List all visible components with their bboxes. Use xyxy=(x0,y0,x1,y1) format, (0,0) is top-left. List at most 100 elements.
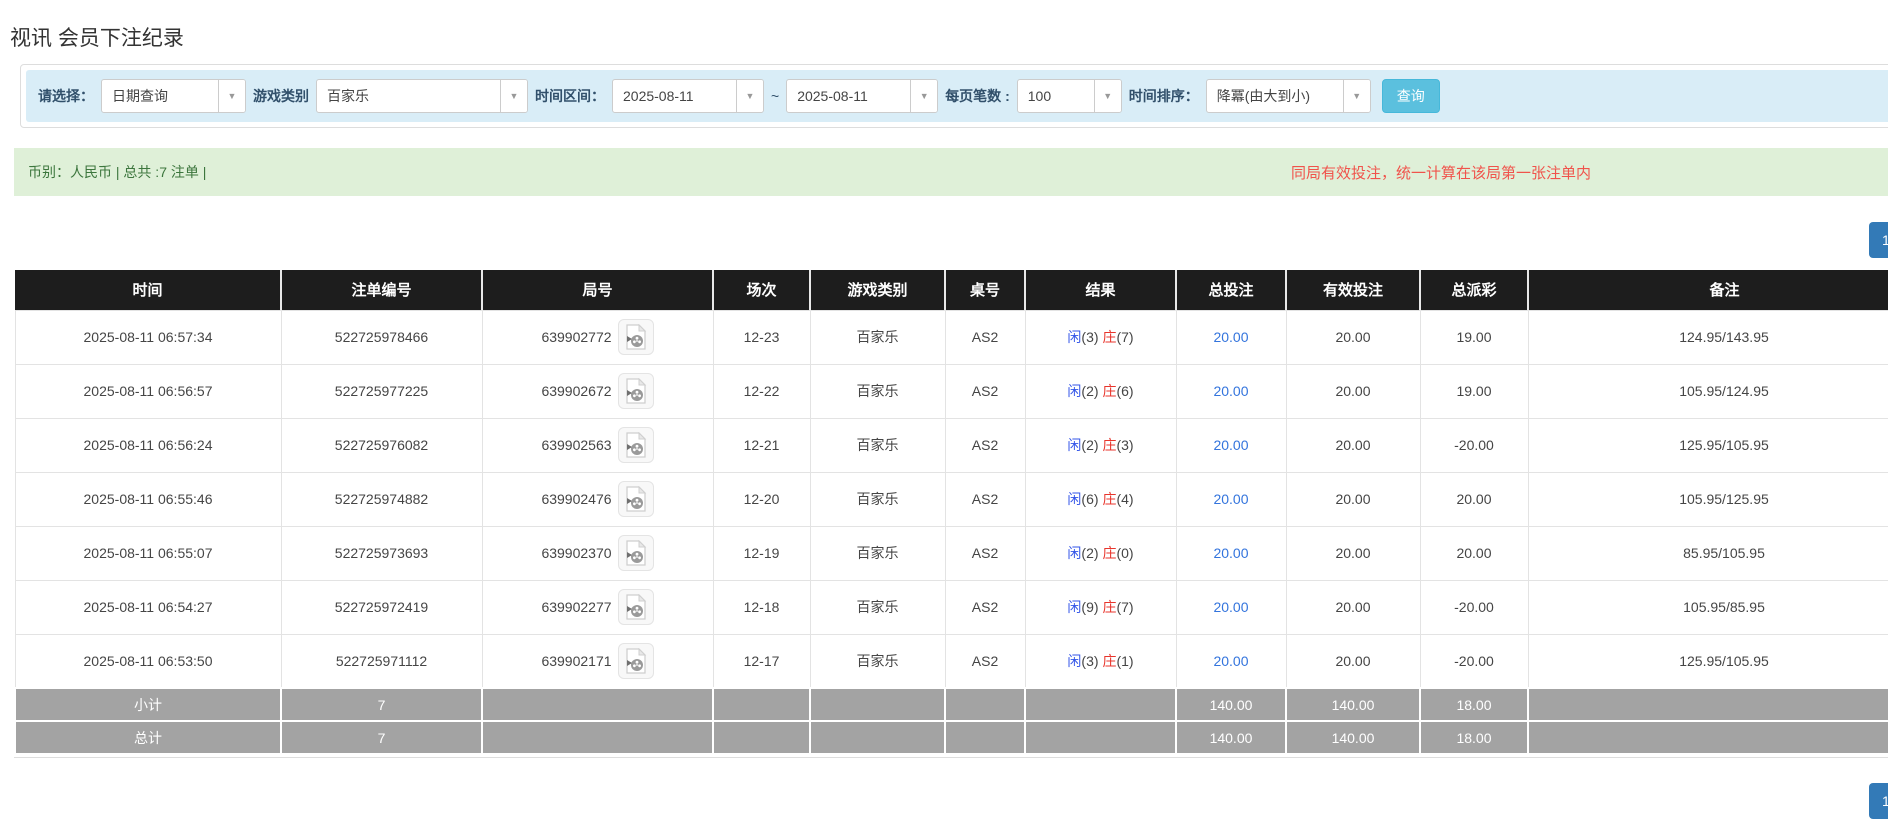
table-row: 2025-08-11 06:55:46 522725974882 6399024… xyxy=(15,472,1888,526)
total-bet-link[interactable]: 20.00 xyxy=(1213,437,1248,453)
cell-time: 2025-08-11 06:56:24 xyxy=(15,418,281,472)
filter-panel: 请选择： 日期查询 ▼ 游戏类别 百家乐 ▼ 时间区间： 2025-08-11 … xyxy=(20,64,1888,128)
chevron-down-icon[interactable]: ▼ xyxy=(1343,80,1370,112)
pagination-page-button-bottom[interactable]: 1 xyxy=(1869,783,1888,819)
cell-time: 2025-08-11 06:54:27 xyxy=(15,580,281,634)
chevron-down-icon[interactable]: ▼ xyxy=(500,80,527,112)
video-replay-icon[interactable] xyxy=(618,535,654,571)
table-header-row: 时间 注单编号 局号 场次 游戏类别 桌号 结果 总投注 有效投注 总派彩 备注 xyxy=(15,270,1888,310)
query-type-label: 请选择： xyxy=(38,86,94,106)
total-payout: 18.00 xyxy=(1420,721,1528,754)
total-bet-link[interactable]: 20.00 xyxy=(1213,491,1248,507)
round-id-value: 639902563 xyxy=(541,437,611,453)
player-label: 闲 xyxy=(1067,437,1081,453)
cell-game-category: 百家乐 xyxy=(810,526,945,580)
cell-total-bet: 20.00 xyxy=(1176,310,1286,364)
cell-valid-bet: 20.00 xyxy=(1286,472,1420,526)
cell-bet-id: 522725976082 xyxy=(281,418,482,472)
player-score: (2) xyxy=(1081,545,1098,561)
cell-round-id: 639902277 xyxy=(482,580,713,634)
banker-score: (4) xyxy=(1116,491,1133,507)
cell-total-bet: 20.00 xyxy=(1176,418,1286,472)
table-row: 2025-08-11 06:57:34 522725978466 6399027… xyxy=(15,310,1888,364)
header-total-bet: 总投注 xyxy=(1176,270,1286,310)
cell-payout: 19.00 xyxy=(1420,310,1528,364)
chevron-down-icon[interactable]: ▼ xyxy=(218,80,245,112)
header-note: 备注 xyxy=(1528,270,1888,310)
search-button[interactable]: 查询 xyxy=(1382,79,1440,113)
total-bet-link[interactable]: 20.00 xyxy=(1213,599,1248,615)
cell-payout: 20.00 xyxy=(1420,472,1528,526)
cell-bet-id: 522725971112 xyxy=(281,634,482,688)
banker-score: (0) xyxy=(1116,545,1133,561)
header-time: 时间 xyxy=(15,270,281,310)
cell-session: 12-18 xyxy=(713,580,810,634)
cell-payout: 19.00 xyxy=(1420,364,1528,418)
date-from-select[interactable]: 2025-08-11 ▼ xyxy=(612,79,764,113)
banker-label: 庄 xyxy=(1102,545,1116,561)
table-row: 2025-08-11 06:56:24 522725976082 6399025… xyxy=(15,418,1888,472)
cell-table-no: AS2 xyxy=(945,634,1025,688)
cell-valid-bet: 20.00 xyxy=(1286,418,1420,472)
total-bet-link[interactable]: 20.00 xyxy=(1213,545,1248,561)
filter-bar: 请选择： 日期查询 ▼ 游戏类别 百家乐 ▼ 时间区间： 2025-08-11 … xyxy=(26,70,1888,122)
range-separator: ~ xyxy=(771,88,779,104)
valid-bet-notice: 同局有效投注，统一计算在该局第一张注单内 xyxy=(1291,162,1888,183)
table-row: 2025-08-11 06:53:50 522725971112 6399021… xyxy=(15,634,1888,688)
cell-bet-id: 522725974882 xyxy=(281,472,482,526)
sort-value: 降冪(由大到小) xyxy=(1207,80,1343,112)
chevron-down-icon[interactable]: ▼ xyxy=(1094,80,1121,112)
cell-session: 12-21 xyxy=(713,418,810,472)
banker-score: (3) xyxy=(1116,437,1133,453)
player-label: 闲 xyxy=(1067,491,1081,507)
cell-total-bet: 20.00 xyxy=(1176,526,1286,580)
page-size-select[interactable]: 100 ▼ xyxy=(1017,79,1122,113)
cell-time: 2025-08-11 06:56:57 xyxy=(15,364,281,418)
chevron-down-icon[interactable]: ▼ xyxy=(910,80,937,112)
bet-records-table: 时间 注单编号 局号 场次 游戏类别 桌号 结果 总投注 有效投注 总派彩 备注… xyxy=(14,270,1888,755)
header-game-category: 游戏类别 xyxy=(810,270,945,310)
subtotal-label: 小计 xyxy=(15,688,281,721)
cell-note: 105.95/125.95 xyxy=(1528,472,1888,526)
video-replay-icon[interactable] xyxy=(618,481,654,517)
total-bet-link[interactable]: 20.00 xyxy=(1213,653,1248,669)
cell-valid-bet: 20.00 xyxy=(1286,580,1420,634)
pagination-page-button-top[interactable]: 1 xyxy=(1869,222,1888,258)
cell-result: 闲(2) 庄(6) xyxy=(1025,364,1176,418)
player-score: (3) xyxy=(1081,329,1098,345)
round-id-value: 639902672 xyxy=(541,383,611,399)
round-id-value: 639902171 xyxy=(541,653,611,669)
date-to-value: 2025-08-11 xyxy=(787,80,910,112)
date-to-select[interactable]: 2025-08-11 ▼ xyxy=(786,79,938,113)
cell-time: 2025-08-11 06:55:46 xyxy=(15,472,281,526)
banker-score: (6) xyxy=(1116,383,1133,399)
video-replay-icon[interactable] xyxy=(618,427,654,463)
page-title: 视讯 会员下注纪录 xyxy=(10,22,184,52)
subtotal-row: 小计 7 140.00 140.00 18.00 xyxy=(15,688,1888,721)
cell-time: 2025-08-11 06:57:34 xyxy=(15,310,281,364)
video-replay-icon[interactable] xyxy=(618,373,654,409)
chevron-down-icon[interactable]: ▼ xyxy=(736,80,763,112)
cell-note: 105.95/85.95 xyxy=(1528,580,1888,634)
player-label: 闲 xyxy=(1067,545,1081,561)
video-replay-icon[interactable] xyxy=(618,643,654,679)
cell-table-no: AS2 xyxy=(945,526,1025,580)
cell-bet-id: 522725978466 xyxy=(281,310,482,364)
total-bet-link[interactable]: 20.00 xyxy=(1213,329,1248,345)
header-payout: 总派彩 xyxy=(1420,270,1528,310)
game-category-select[interactable]: 百家乐 ▼ xyxy=(316,79,528,113)
cell-note: 85.95/105.95 xyxy=(1528,526,1888,580)
cell-game-category: 百家乐 xyxy=(810,418,945,472)
player-score: (2) xyxy=(1081,383,1098,399)
cell-note: 125.95/105.95 xyxy=(1528,418,1888,472)
video-replay-icon[interactable] xyxy=(618,589,654,625)
cell-session: 12-19 xyxy=(713,526,810,580)
sort-select[interactable]: 降冪(由大到小) ▼ xyxy=(1206,79,1371,113)
query-type-select[interactable]: 日期查询 ▼ xyxy=(101,79,246,113)
subtotal-valid-bet: 140.00 xyxy=(1286,688,1420,721)
cell-round-id: 639902563 xyxy=(482,418,713,472)
video-replay-icon[interactable] xyxy=(618,319,654,355)
header-result: 结果 xyxy=(1025,270,1176,310)
total-bet-link[interactable]: 20.00 xyxy=(1213,383,1248,399)
player-score: (3) xyxy=(1081,653,1098,669)
